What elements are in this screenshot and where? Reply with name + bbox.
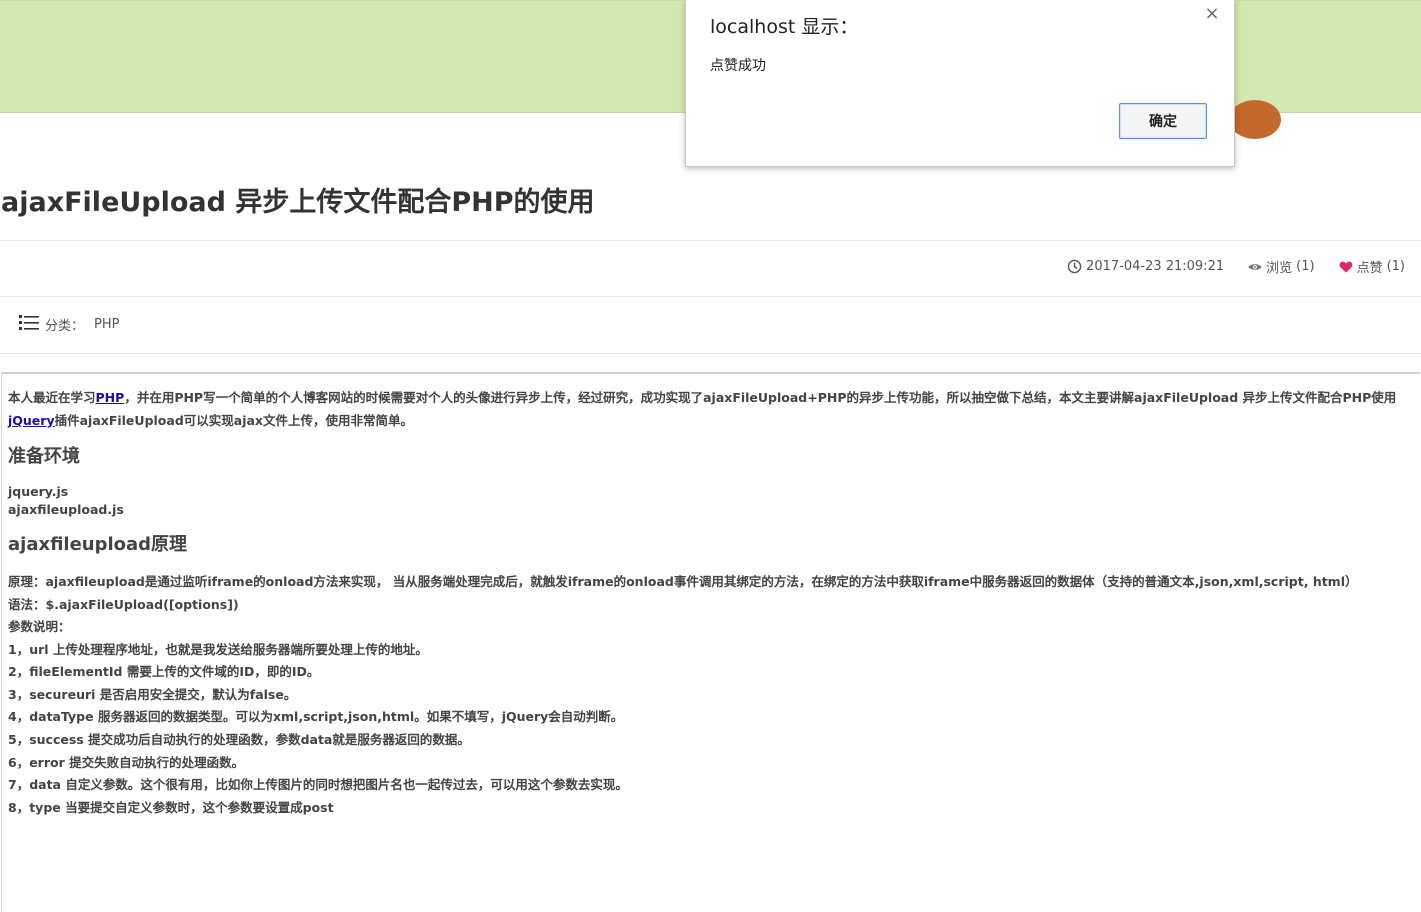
intro-paragraph: 本人最近在学习PHP，并在用PHP写一个简单的个人博客网站的时候需要对个人的头像… (8, 390, 1397, 405)
date-meta: 2017-04-23 21:09:21 (1067, 257, 1224, 276)
jquery-link[interactable]: jQuery (8, 413, 55, 428)
clock-icon (1067, 259, 1082, 274)
param-item: 1，url 上传处理程序地址，也就是我发送给服务器端所要处理上传的地址。 (8, 642, 428, 657)
page-title: ajaxFileUpload 异步上传文件配合PHP的使用 (1, 187, 595, 218)
eye-icon (1248, 262, 1262, 272)
close-icon[interactable]: × (1202, 4, 1222, 24)
param-item: 6，error 提交失败自动执行的处理函数。 (8, 755, 245, 770)
alert-dialog: localhost 显示： × 点赞成功 确定 (685, 0, 1235, 167)
views-meta: 浏览 (1) (1248, 257, 1315, 276)
param-item: 7，data 自定义参数。这个很有用，比如你上传图片的同时想把图片名也一起传过去… (8, 777, 628, 792)
views-count: (1) (1296, 259, 1315, 274)
category-value[interactable]: PHP (94, 317, 119, 332)
views-label: 浏览 (1266, 261, 1293, 276)
divider (0, 353, 1421, 354)
param-item: 8，type 当要提交自定义参数时，这个参数要设置成post (8, 800, 334, 815)
likes-meta[interactable]: 点赞 (1) (1339, 257, 1405, 276)
date-text: 2017-04-23 21:09:21 (1086, 259, 1225, 274)
principle-text: 原理：ajaxfileupload是通过监听iframe的onload方法来实现… (8, 574, 1358, 589)
likes-label: 点赞 (1356, 261, 1383, 276)
ok-button[interactable]: 确定 (1119, 103, 1207, 139)
dialog-message: 点赞成功 (710, 58, 766, 74)
article-content: 本人最近在学习PHP，并在用PHP写一个简单的个人博客网站的时候需要对个人的头像… (8, 388, 1412, 819)
env-line: ajaxfileupload.js (8, 502, 124, 517)
env-line: jquery.js (8, 484, 69, 499)
divider (0, 296, 1421, 297)
divider (0, 240, 1421, 241)
param-item: 4，dataType 服务器返回的数据类型。可以为xml,script,json… (8, 709, 624, 724)
article-meta: 2017-04-23 21:09:21 浏览 (1) 点赞 (1) (1067, 257, 1405, 276)
article-content-frame: 本人最近在学习PHP，并在用PHP写一个简单的个人博客网站的时候需要对个人的头像… (1, 372, 1420, 912)
orange-decoration (1229, 100, 1281, 139)
param-item: 5，success 提交成功后自动执行的处理函数，参数data就是服务器返回的数… (8, 732, 470, 747)
likes-count: (1) (1386, 259, 1405, 274)
heading-environment: 准备环境 (8, 446, 80, 467)
php-link[interactable]: PHP (96, 390, 125, 405)
syntax-text: 语法：$.ajaxFileUpload([options]) (8, 597, 239, 612)
category-row: 分类： PHP (19, 314, 119, 334)
heading-principle: ajaxfileupload原理 (8, 534, 188, 555)
param-item: 2，fileElementId 需要上传的文件域的ID，即的ID。 (8, 664, 320, 679)
heart-icon[interactable] (1339, 261, 1353, 273)
intro-paragraph-2: jQuery插件ajaxFileUpload可以实现ajax文件上传，使用非常简… (8, 413, 413, 428)
category-label: 分类： (45, 318, 85, 334)
params-title: 参数说明： (8, 619, 71, 634)
param-item: 3，secureuri 是否启用安全提交，默认为false。 (8, 687, 297, 702)
dialog-title: localhost 显示： (710, 16, 859, 38)
list-icon (19, 314, 39, 334)
